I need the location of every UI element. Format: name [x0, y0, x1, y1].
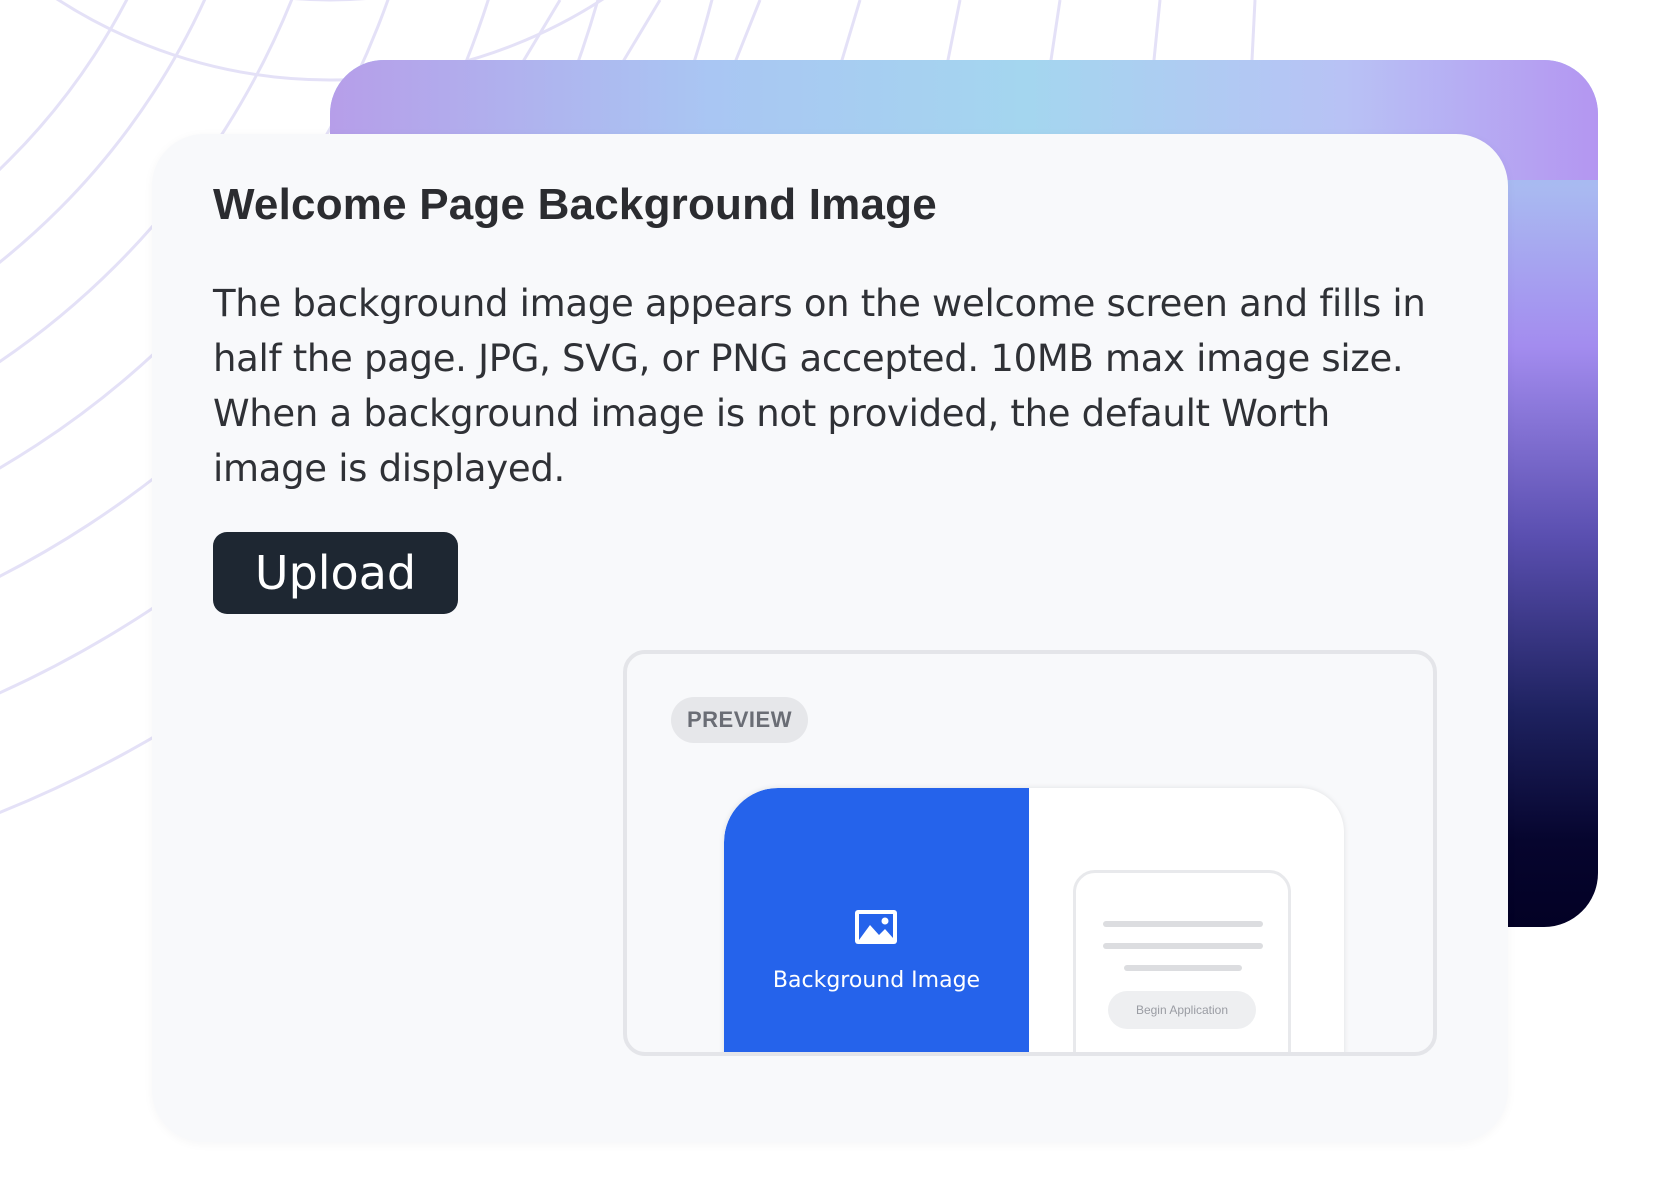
placeholder-line — [1124, 965, 1242, 971]
begin-application-button: Begin Application — [1108, 991, 1256, 1029]
preview-badge: PREVIEW — [671, 697, 808, 743]
placeholder-line — [1103, 943, 1263, 949]
upload-button[interactable]: Upload — [213, 532, 458, 614]
card-title: Welcome Page Background Image — [213, 180, 937, 229]
placeholder-line — [1103, 921, 1263, 927]
background-image-pane: Background Image — [724, 788, 1029, 1052]
image-icon — [855, 910, 897, 944]
background-image-label: Background Image — [772, 968, 981, 993]
card-description: The background image appears on the welc… — [213, 282, 1426, 490]
welcome-page-mockup: Background Image Begin Application — [724, 788, 1344, 1052]
preview-panel: PREVIEW Background Image Begin Applicati… — [623, 650, 1437, 1056]
form-card-mockup: Begin Application — [1073, 870, 1291, 1052]
